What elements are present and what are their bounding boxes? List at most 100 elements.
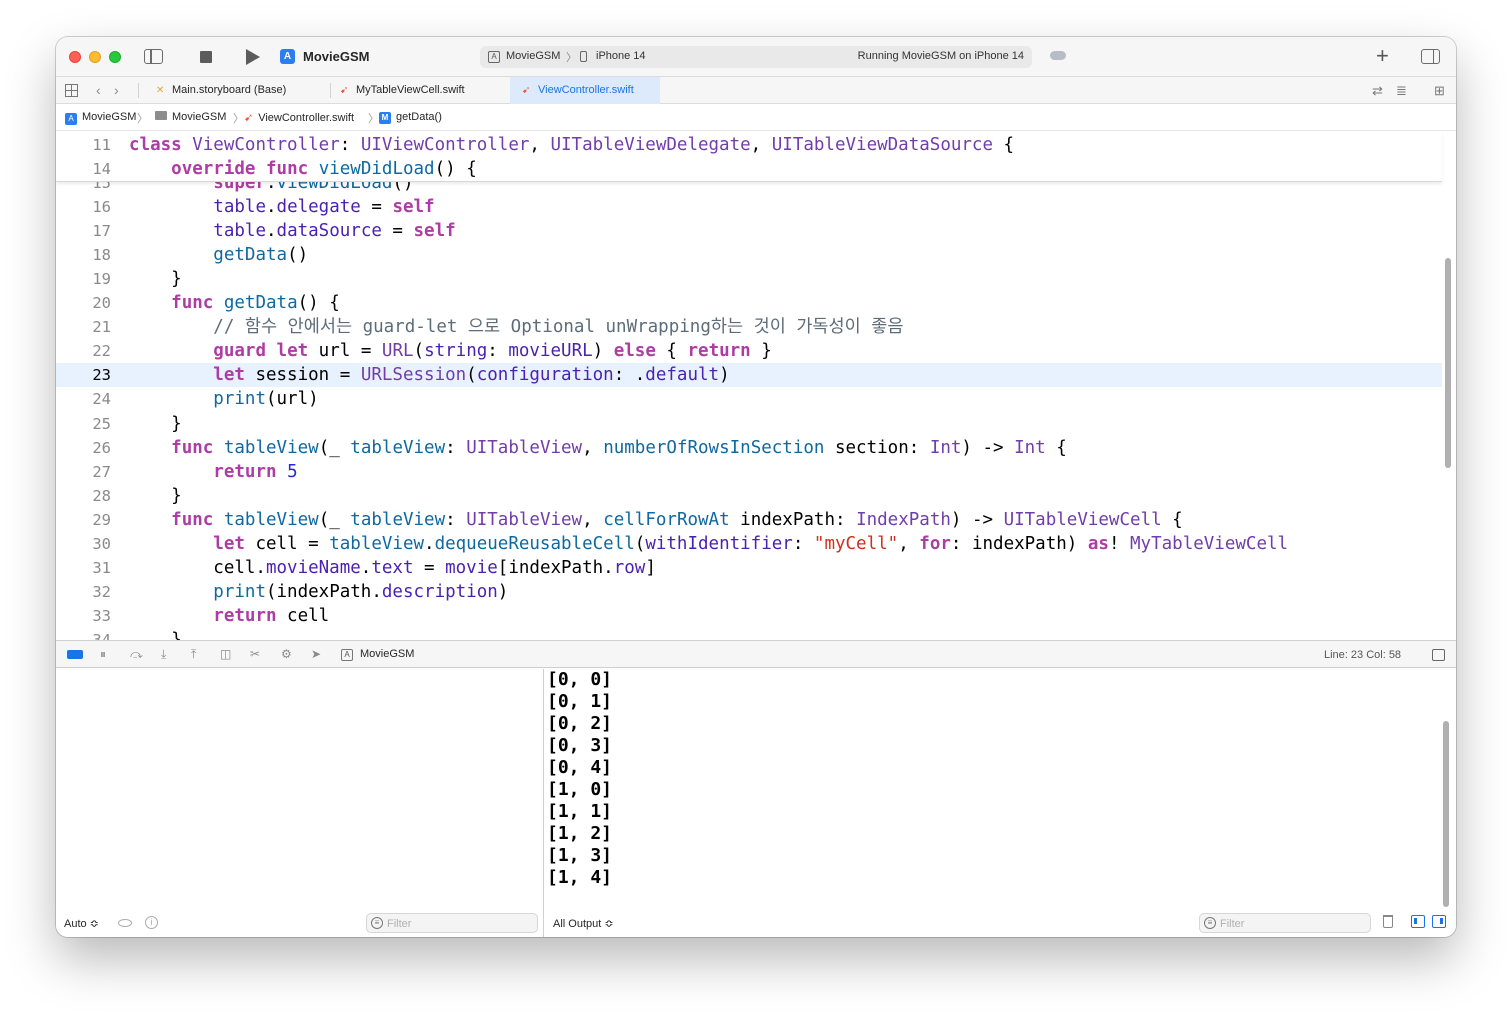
line-number[interactable]: 18 bbox=[56, 243, 111, 267]
code-line[interactable]: 22 guard let url = URL(string: movieURL)… bbox=[56, 339, 1442, 363]
step-out-icon[interactable]: ⤒ bbox=[191, 647, 196, 662]
line-number[interactable]: 20 bbox=[56, 291, 111, 315]
console-filter[interactable]: ≡ bbox=[1199, 913, 1371, 933]
location-icon[interactable]: ➤ bbox=[311, 647, 321, 661]
breadcrumb-project[interactable]: A MovieGSM bbox=[65, 111, 136, 125]
code-line[interactable]: 14 override func viewDidLoad() { bbox=[56, 157, 1442, 181]
code-line[interactable]: 28 } bbox=[56, 484, 1442, 508]
tab-main-storyboard[interactable]: ✕ Main.storyboard (Base) bbox=[156, 77, 328, 104]
breadcrumb-folder[interactable]: MovieGSM bbox=[155, 111, 226, 123]
run-icon[interactable] bbox=[246, 49, 260, 65]
code-line[interactable]: 20 func getData() { bbox=[56, 291, 1442, 315]
eye-icon[interactable] bbox=[118, 919, 132, 927]
line-number[interactable]: 21 bbox=[56, 315, 111, 339]
editor-scrollbar[interactable] bbox=[1445, 258, 1451, 468]
plus-icon[interactable]: + bbox=[1376, 43, 1389, 69]
console-scrollbar[interactable] bbox=[1443, 721, 1449, 907]
console-output-select[interactable]: All Output ≎ bbox=[553, 917, 614, 930]
line-code: print(indexPath.description) bbox=[213, 582, 509, 602]
source-editor[interactable]: 11 class ViewController: UIViewController… bbox=[56, 132, 1456, 640]
code-line[interactable]: 30 let cell = tableView.dequeueReusableC… bbox=[56, 532, 1442, 556]
code-line[interactable]: 34 } bbox=[56, 628, 1442, 640]
line-number[interactable]: 19 bbox=[56, 267, 111, 291]
console-filter-input[interactable] bbox=[1220, 916, 1365, 931]
step-into-icon[interactable]: ⤓ bbox=[161, 647, 166, 662]
add-editor-icon[interactable]: ⊞ bbox=[1434, 83, 1445, 99]
line-number[interactable]: 30 bbox=[56, 532, 111, 556]
line-number[interactable]: 34 bbox=[56, 628, 111, 640]
trash-icon[interactable] bbox=[1383, 915, 1393, 928]
pause-icon[interactable]: ⏸ bbox=[100, 647, 106, 662]
code-line[interactable]: 23 let session = URLSession(configuratio… bbox=[56, 363, 1442, 387]
variables-view: Auto ≎ i ≡ bbox=[56, 669, 544, 937]
variables-filter-input[interactable] bbox=[387, 916, 532, 931]
line-number[interactable]: 24 bbox=[56, 387, 111, 411]
sidebar-icon[interactable] bbox=[144, 49, 163, 64]
line-number[interactable]: 27 bbox=[56, 460, 111, 484]
line-number[interactable]: 17 bbox=[56, 219, 111, 243]
chevron-left-icon[interactable]: ‹ bbox=[96, 82, 101, 98]
code-line[interactable]: 33 return cell bbox=[56, 604, 1442, 628]
refresh-icon[interactable]: ⇄ bbox=[1372, 83, 1383, 99]
hide-debug-area-icon[interactable] bbox=[1432, 649, 1445, 661]
line-number[interactable]: 11 bbox=[56, 133, 111, 157]
variables-footer: Auto ≎ i ≡ bbox=[56, 907, 543, 937]
line-number[interactable]: 16 bbox=[56, 195, 111, 219]
filter-icon: ≡ bbox=[371, 917, 383, 929]
breadcrumb-file[interactable]: ➹ ViewController.swift bbox=[244, 111, 354, 124]
close-window-button[interactable] bbox=[69, 51, 81, 63]
zoom-window-button[interactable] bbox=[109, 51, 121, 63]
console-view[interactable]: [0, 0] [0, 1] [0, 2] [0, 3] [0, 4] [1, 0] [1, … bbox=[545, 669, 1456, 937]
code-line[interactable]: 24 print(url) bbox=[56, 387, 1442, 411]
memory-graph-icon[interactable]: ✂ bbox=[250, 647, 260, 661]
line-number[interactable]: 33 bbox=[56, 604, 111, 628]
code-line[interactable]: 32 print(indexPath.description) bbox=[56, 580, 1442, 604]
console-line: [0, 4] bbox=[547, 757, 613, 778]
code-line[interactable]: 27 return 5 bbox=[56, 460, 1442, 484]
code-line[interactable]: 21 // 함수 안에서는 guard-let 으로 Optional unWr… bbox=[56, 315, 1442, 339]
device-selector[interactable]: iPhone 14 bbox=[596, 50, 646, 62]
breadcrumb-method[interactable]: MgetData() bbox=[379, 111, 442, 124]
line-code: getData() bbox=[213, 245, 309, 265]
line-code: let cell = tableView.dequeueReusableCell… bbox=[213, 534, 1289, 554]
show-variables-icon[interactable] bbox=[1411, 915, 1425, 928]
line-number[interactable]: 22 bbox=[56, 339, 111, 363]
line-number[interactable]: 31 bbox=[56, 556, 111, 580]
line-number[interactable]: 26 bbox=[56, 436, 111, 460]
tab-divider bbox=[330, 83, 331, 98]
editor-options-icon[interactable]: ≣ bbox=[1396, 83, 1407, 99]
step-over-icon[interactable]: ⤼ bbox=[130, 647, 143, 662]
tab-viewcontroller[interactable]: ➹ ViewController.swift bbox=[510, 77, 660, 104]
chevron-right-icon[interactable]: › bbox=[114, 82, 119, 98]
code-line[interactable]: 25 } bbox=[56, 412, 1442, 436]
code-line[interactable]: 16 table.delegate = self bbox=[56, 195, 1442, 219]
debug-process-name[interactable]: MovieGSM bbox=[360, 648, 414, 660]
code-line[interactable]: 31 cell.movieName.text = movie[indexPath… bbox=[56, 556, 1442, 580]
environment-icon[interactable]: ⚙ bbox=[281, 647, 292, 661]
show-console-icon[interactable] bbox=[1432, 915, 1446, 928]
info-icon[interactable]: i bbox=[145, 916, 158, 929]
view-hierarchy-icon[interactable]: ◫ bbox=[220, 647, 231, 661]
line-number[interactable]: 29 bbox=[56, 508, 111, 532]
inspector-icon[interactable] bbox=[1421, 49, 1440, 64]
line-number[interactable]: 28 bbox=[56, 484, 111, 508]
related-items-grid-icon[interactable] bbox=[65, 84, 78, 97]
tab-mytableviewcell[interactable]: ➹ MyTableViewCell.swift bbox=[340, 77, 510, 104]
scheme-selector[interactable]: MovieGSM bbox=[506, 50, 560, 62]
line-number[interactable]: 23 bbox=[56, 363, 111, 387]
variables-scope-select[interactable]: Auto ≎ bbox=[64, 917, 99, 930]
minimize-window-button[interactable] bbox=[89, 51, 101, 63]
code-line[interactable]: 26 func tableView(_ tableView: UITableVi… bbox=[56, 436, 1442, 460]
line-number[interactable]: 14 bbox=[56, 157, 111, 181]
line-col-indicator: Line: 23 Col: 58 bbox=[1324, 649, 1402, 661]
line-number[interactable]: 32 bbox=[56, 580, 111, 604]
stop-icon[interactable] bbox=[200, 51, 212, 63]
variables-filter[interactable]: ≡ bbox=[366, 913, 538, 933]
code-line[interactable]: 17 table.dataSource = self bbox=[56, 219, 1442, 243]
code-line[interactable]: 18 getData() bbox=[56, 243, 1442, 267]
code-line[interactable]: 11 class ViewController: UIViewController… bbox=[56, 133, 1442, 157]
line-number[interactable]: 25 bbox=[56, 412, 111, 436]
breakpoint-icon[interactable] bbox=[67, 650, 83, 659]
code-line[interactable]: 29 func tableView(_ tableView: UITableVi… bbox=[56, 508, 1442, 532]
code-line[interactable]: 19 } bbox=[56, 267, 1442, 291]
